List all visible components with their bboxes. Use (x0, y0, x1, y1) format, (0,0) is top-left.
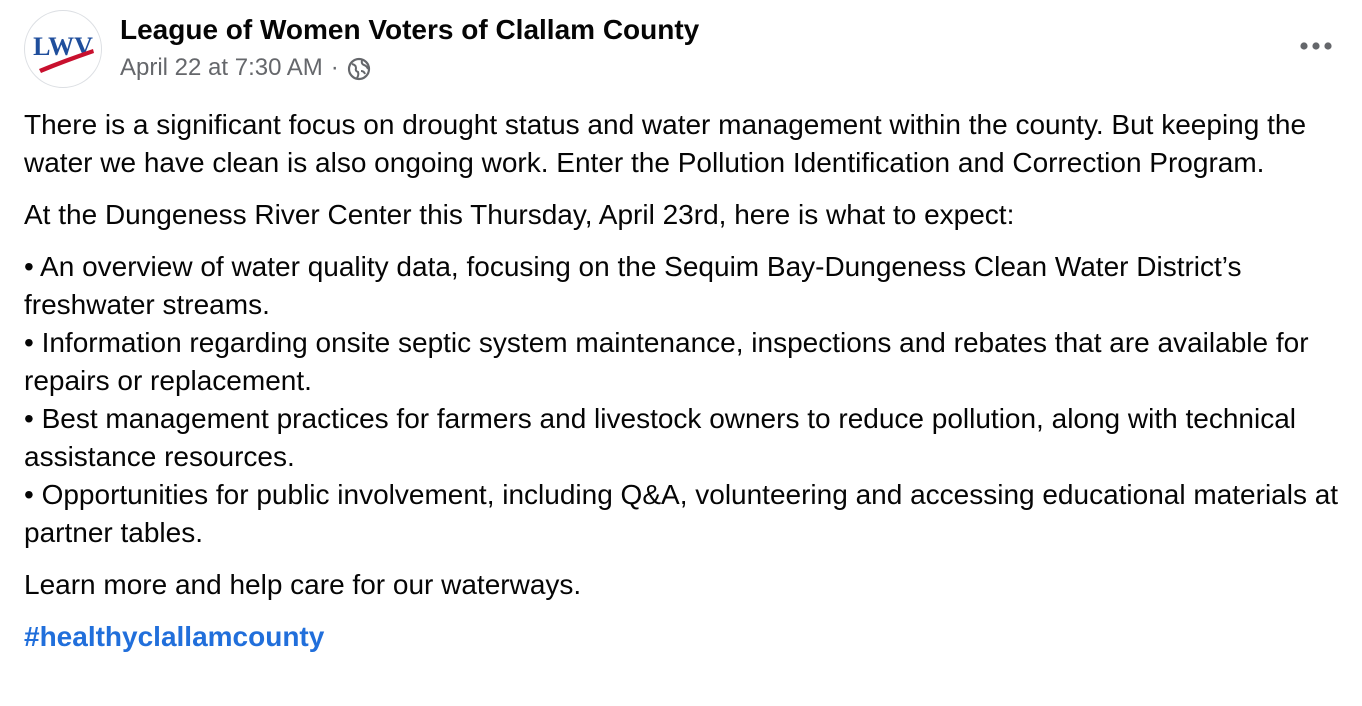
post-header: LWV League of Women Voters of Clallam Co… (24, 10, 1344, 90)
more-options-button[interactable] (1294, 28, 1338, 64)
post-paragraph-3: Learn more and help care for our waterwa… (24, 569, 582, 600)
bullet-item: • An overview of water quality data, foc… (24, 251, 1242, 320)
bullet-item: • Information regarding onsite septic sy… (24, 327, 1309, 396)
bullet-item: • Opportunities for public involvement, … (24, 479, 1339, 548)
post-body: There is a significant focus on drought … (24, 106, 1344, 670)
bullet-item: • Best management practices for farmers … (24, 403, 1296, 472)
more-options-icon (1300, 42, 1332, 50)
page-name-link[interactable]: League of Women Voters of Clallam County (120, 14, 699, 46)
avatar[interactable]: LWV (24, 10, 102, 88)
lwv-logo-icon: LWV (33, 32, 94, 73)
post-card: LWV League of Women Voters of Clallam Co… (0, 0, 1362, 706)
globe-icon[interactable] (347, 57, 371, 81)
post-timestamp[interactable]: April 22 at 7:30 AM (120, 54, 323, 82)
post-meta: April 22 at 7:30 AM · (120, 54, 371, 82)
bullet-list: • An overview of water quality data, foc… (24, 248, 1344, 552)
meta-separator: · (330, 54, 339, 81)
avatar-logo-text: LWV (33, 32, 93, 61)
post-paragraph-2: At the Dungeness River Center this Thurs… (24, 199, 1015, 230)
post-paragraph-1: There is a significant focus on drought … (24, 109, 1307, 178)
hashtag-link[interactable]: #healthyclallamcounty (24, 621, 324, 652)
